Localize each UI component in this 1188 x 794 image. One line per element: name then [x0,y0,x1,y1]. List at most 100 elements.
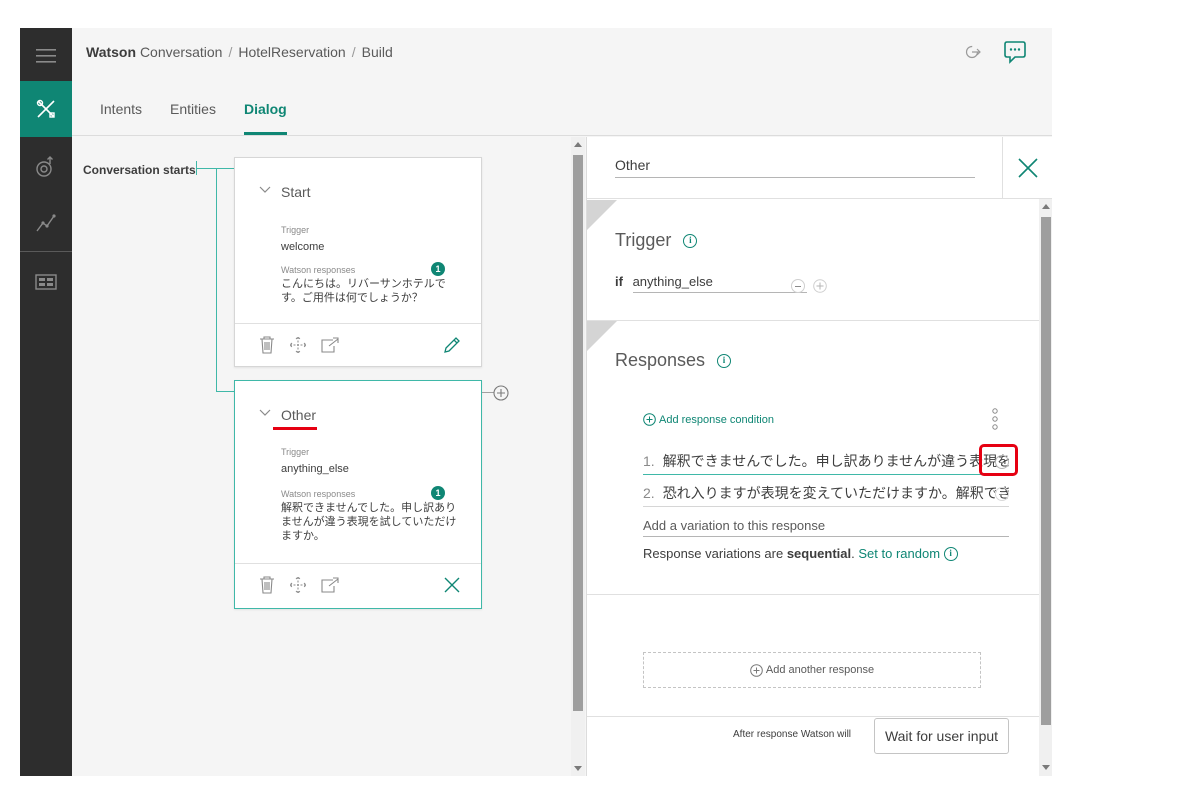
chevron-down-icon[interactable] [259,186,271,194]
pencil-icon[interactable] [443,336,461,354]
annotation-underline [273,427,317,430]
canvas-scrollbar[interactable] [571,137,585,776]
responses-heading: Responses [615,350,706,370]
minus-icon [795,285,801,287]
response-count-badge: 1 [431,262,445,276]
rail-improve-button[interactable] [20,139,72,195]
trigger-title: Trigger i [615,230,698,251]
add-variation-input[interactable]: Add a variation to this response [643,518,1009,537]
variation-mode-value: sequential [786,546,852,561]
node-trigger-label: Trigger [281,447,310,457]
rail-workspaces-button[interactable] [20,254,72,310]
info-icon[interactable]: i [683,233,698,248]
jump-to-icon[interactable] [321,576,339,594]
add-condition-button[interactable] [813,279,827,298]
node-response-text: 解釈できませんでした。申し訳ありませんが違う表現を試していただけますか。 [281,502,457,542]
minus-icon [999,493,1005,495]
node-footer [235,563,481,608]
move-icon[interactable] [289,336,307,354]
if-label: if [615,274,623,289]
add-node-button[interactable] [493,385,509,406]
info-icon[interactable]: i [943,546,958,561]
close-panel-button[interactable] [1002,137,1052,199]
panel-scrollbar[interactable] [1039,199,1052,776]
remove-condition-button[interactable] [791,279,805,293]
dialog-node-other[interactable]: Other Trigger anything_else Watson respo… [234,380,482,609]
target-arrow-icon [36,156,53,177]
response-count-badge: 1 [431,486,445,500]
breadcrumb-page: Build [361,44,393,60]
set-to-random-link[interactable]: Set to random [858,546,940,561]
scroll-up-arrow[interactable] [1042,204,1050,209]
move-icon[interactable] [289,576,307,594]
scroll-down-arrow[interactable] [1042,765,1050,770]
after-response-label: After response Watson will [733,729,852,740]
trash-icon[interactable] [259,576,275,594]
breadcrumb-workspace[interactable]: HotelReservation [238,44,345,60]
scroll-up-arrow[interactable] [574,142,582,147]
breadcrumb-separator: / [228,44,233,60]
dialog-canvas: Conversation starts Start Trigger welcom… [72,137,572,776]
plus-circle-icon [643,413,656,426]
trigger-section: Trigger i if anything_else [587,200,1039,321]
tab-entities[interactable]: Entities [170,101,216,135]
add-response-condition-label: Add response condition [659,413,774,426]
scroll-thumb[interactable] [573,155,583,711]
header: Watson Conversation / HotelReservation / Bui… [72,28,1052,136]
trigger-condition-input[interactable]: anything_else [632,274,807,293]
response-variation-1[interactable]: 1. 解釈できませんでした。申し訳ありませんが違う表現を試していただけますか。 [643,451,1009,475]
jump-to-icon[interactable] [321,336,339,354]
kebab-menu-icon[interactable] [991,407,999,431]
menu-button[interactable] [20,28,72,84]
tools-icon [36,99,55,118]
dialog-node-start[interactable]: Start Trigger welcome Watson responses 1… [234,157,482,367]
add-response-condition-link[interactable]: Add response condition [643,413,774,426]
node-footer [235,323,481,367]
remove-variation-2-button[interactable] [995,487,1009,501]
grid-icon [35,274,57,290]
info-icon[interactable]: i [717,353,732,368]
trigger-condition-row: if anything_else [615,274,807,293]
tree-line [216,168,217,392]
signout-button[interactable] [965,44,981,65]
hamburger-icon [36,49,56,63]
annotation-highlight-box [979,444,1018,476]
response-variation-2[interactable]: 2. 恐れ入りますが表現を変えていただけますか。解釈できませんでした。 [643,483,1009,507]
rail-build-button[interactable] [20,81,72,137]
node-title: Start [281,184,311,200]
close-node-icon[interactable] [443,576,461,594]
plus-circle-icon [750,663,763,677]
node-trigger-value: anything_else [281,463,349,475]
rail-analytics-button[interactable] [20,195,72,251]
try-it-button[interactable] [1004,40,1026,69]
chevron-down-icon[interactable] [259,409,271,417]
breadcrumb-product[interactable]: Conversation [140,44,223,60]
tab-intents[interactable]: Intents [100,101,142,135]
variation-text: 恐れ入りますが表現を変えていただけますか。解釈できませんでした。 [662,485,1009,501]
add-another-response-button[interactable]: Add another response [643,652,981,688]
tab-bar: Intents Entities Dialog [100,101,287,135]
variation-number: 1. [643,453,655,469]
rail-divider [20,251,72,252]
breadcrumb-brand: Watson [86,44,137,60]
node-title: Other [281,407,317,423]
tree-line [196,168,234,169]
tab-dialog[interactable]: Dialog [243,101,287,135]
close-icon [1018,158,1038,178]
trash-icon[interactable] [259,336,275,354]
node-editor-header: Other [587,137,1052,199]
scroll-thumb[interactable] [1041,217,1051,725]
wait-for-user-input-button[interactable]: Wait for user input [874,718,1009,754]
node-response-text: こんにちは。リバーサンホテルです。ご用件は何でしょうか？ [281,278,446,304]
scroll-down-arrow[interactable] [574,766,582,771]
line-chart-icon [36,214,56,232]
node-name-input[interactable]: Other [615,157,975,178]
variation-number: 2. [643,485,655,501]
add-another-response-label: Add another response [765,664,875,676]
breadcrumb-separator: / [351,44,356,60]
node-responses-label: Watson responses [281,265,356,275]
conversation-starts-label: Conversation starts [83,163,196,177]
app-window: Watson Conversation / HotelReservation / Bui… [20,28,1052,776]
variation-mode-period: . [851,546,855,561]
left-rail [20,28,72,776]
